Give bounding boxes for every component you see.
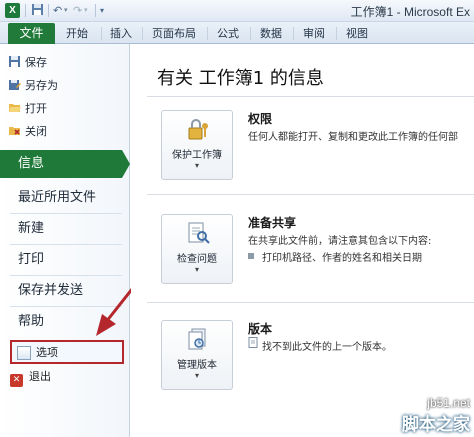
exit-label: 退出 — [29, 370, 51, 383]
open-label: 打开 — [25, 102, 47, 115]
nav-info[interactable]: 信息 — [0, 150, 130, 178]
redo-dropdown-icon[interactable]: ▾ — [84, 3, 88, 18]
versions-text: 找不到此文件的上一个版本。 — [262, 342, 392, 353]
permissions-text: 任何人都能打开、复制和更改此工作簿的任何部 — [248, 132, 458, 143]
close-folder-icon — [8, 124, 21, 137]
manage-versions-button[interactable]: 管理版本 ▾ — [161, 320, 233, 390]
chevron-down-icon: ▾ — [194, 371, 199, 380]
close-label: 关闭 — [25, 125, 47, 138]
watermark-brand: 脚本之家 — [402, 415, 470, 435]
tab-separator — [142, 27, 143, 40]
save-as-command[interactable]: 另存为 — [8, 77, 58, 95]
bullet-icon — [248, 253, 254, 259]
tab-formulas[interactable]: 公式 — [217, 25, 239, 43]
tab-data[interactable]: 数据 — [260, 25, 282, 43]
tab-separator — [293, 27, 294, 40]
excel-app-icon[interactable]: X — [5, 3, 20, 18]
section-divider — [147, 302, 474, 303]
nav-new[interactable]: 新建 — [0, 216, 130, 242]
versions-icon — [188, 328, 206, 350]
qat-separator — [25, 4, 26, 17]
exit-icon: ✕ — [10, 374, 23, 387]
nav-divider — [10, 213, 122, 214]
versions-heading: 版本 — [248, 322, 273, 336]
save-icon — [8, 55, 21, 68]
section-divider — [147, 194, 474, 195]
tab-separator — [207, 27, 208, 40]
save-label: 保存 — [25, 56, 47, 69]
undo-icon[interactable]: ↶ — [53, 3, 62, 18]
inspect-document-icon — [188, 222, 210, 244]
title-bar: X ↶ ▾ ↷ ▾ ▾ 工作簿1 - Microsoft Ex — [0, 0, 474, 22]
page-title: 有关 工作簿1 的信息 — [157, 68, 324, 89]
save-icon[interactable] — [31, 3, 44, 18]
redo-icon[interactable]: ↷ — [73, 3, 82, 18]
ribbon-tabs: 文件 开始 插入 页面布局 公式 数据 审阅 视图 — [0, 22, 474, 44]
chevron-down-icon: ▾ — [194, 161, 199, 170]
tab-separator — [101, 27, 102, 40]
lock-key-icon — [188, 119, 208, 140]
printer-path-item: 打印机路径、作者的姓名和相关日期 — [262, 253, 422, 264]
exit-command[interactable]: ✕ 退出 — [10, 368, 51, 387]
customize-qat-icon[interactable]: ▾ — [100, 3, 104, 18]
tab-separator — [336, 27, 337, 40]
options-icon — [17, 346, 31, 360]
watermark-site: jb51.net — [427, 396, 470, 410]
protect-workbook-button[interactable]: 保护工作簿 ▾ — [161, 110, 233, 180]
qat-separator — [48, 4, 49, 17]
nav-divider — [10, 244, 122, 245]
options-command[interactable]: 选项 — [10, 340, 124, 364]
window-title: 工作簿1 - Microsoft Ex — [350, 5, 470, 19]
document-icon — [248, 337, 258, 348]
protect-workbook-label: 保护工作簿 — [172, 150, 222, 161]
check-issues-button[interactable]: 检查问题 ▾ — [161, 214, 233, 284]
manage-versions-label: 管理版本 — [177, 360, 217, 371]
tab-review[interactable]: 审阅 — [303, 25, 325, 43]
save-as-label: 另存为 — [25, 79, 58, 92]
check-issues-label: 检查问题 — [177, 254, 217, 265]
permissions-heading: 权限 — [248, 112, 273, 126]
watermark: jb51.net 脚本之家 — [402, 396, 470, 435]
prepare-sharing-text: 在共享此文件前，请注意其包含以下内容: — [248, 236, 432, 247]
info-pane: 有关 工作簿1 的信息 保护工作簿 ▾ 权限 任何人都能打开、复制和更改此工作簿… — [131, 44, 474, 437]
prepare-sharing-heading: 准备共享 — [248, 216, 297, 230]
nav-recent[interactable]: 最近所用文件 — [0, 185, 130, 211]
tab-home[interactable]: 开始 — [66, 25, 88, 43]
open-command[interactable]: 打开 — [8, 100, 47, 118]
save-as-icon — [8, 78, 21, 91]
tab-view[interactable]: 视图 — [346, 25, 368, 43]
undo-dropdown-icon[interactable]: ▾ — [64, 3, 68, 18]
tab-file[interactable]: 文件 — [8, 23, 55, 44]
tab-page-layout[interactable]: 页面布局 — [152, 25, 196, 43]
close-command[interactable]: 关闭 — [8, 123, 47, 141]
tab-insert[interactable]: 插入 — [110, 25, 132, 43]
save-command[interactable]: 保存 — [8, 54, 47, 72]
options-label: 选项 — [36, 346, 58, 359]
qat-separator — [95, 4, 96, 17]
section-divider — [147, 96, 474, 97]
chevron-down-icon: ▾ — [194, 265, 199, 274]
open-folder-icon — [8, 101, 21, 114]
tab-separator — [250, 27, 251, 40]
